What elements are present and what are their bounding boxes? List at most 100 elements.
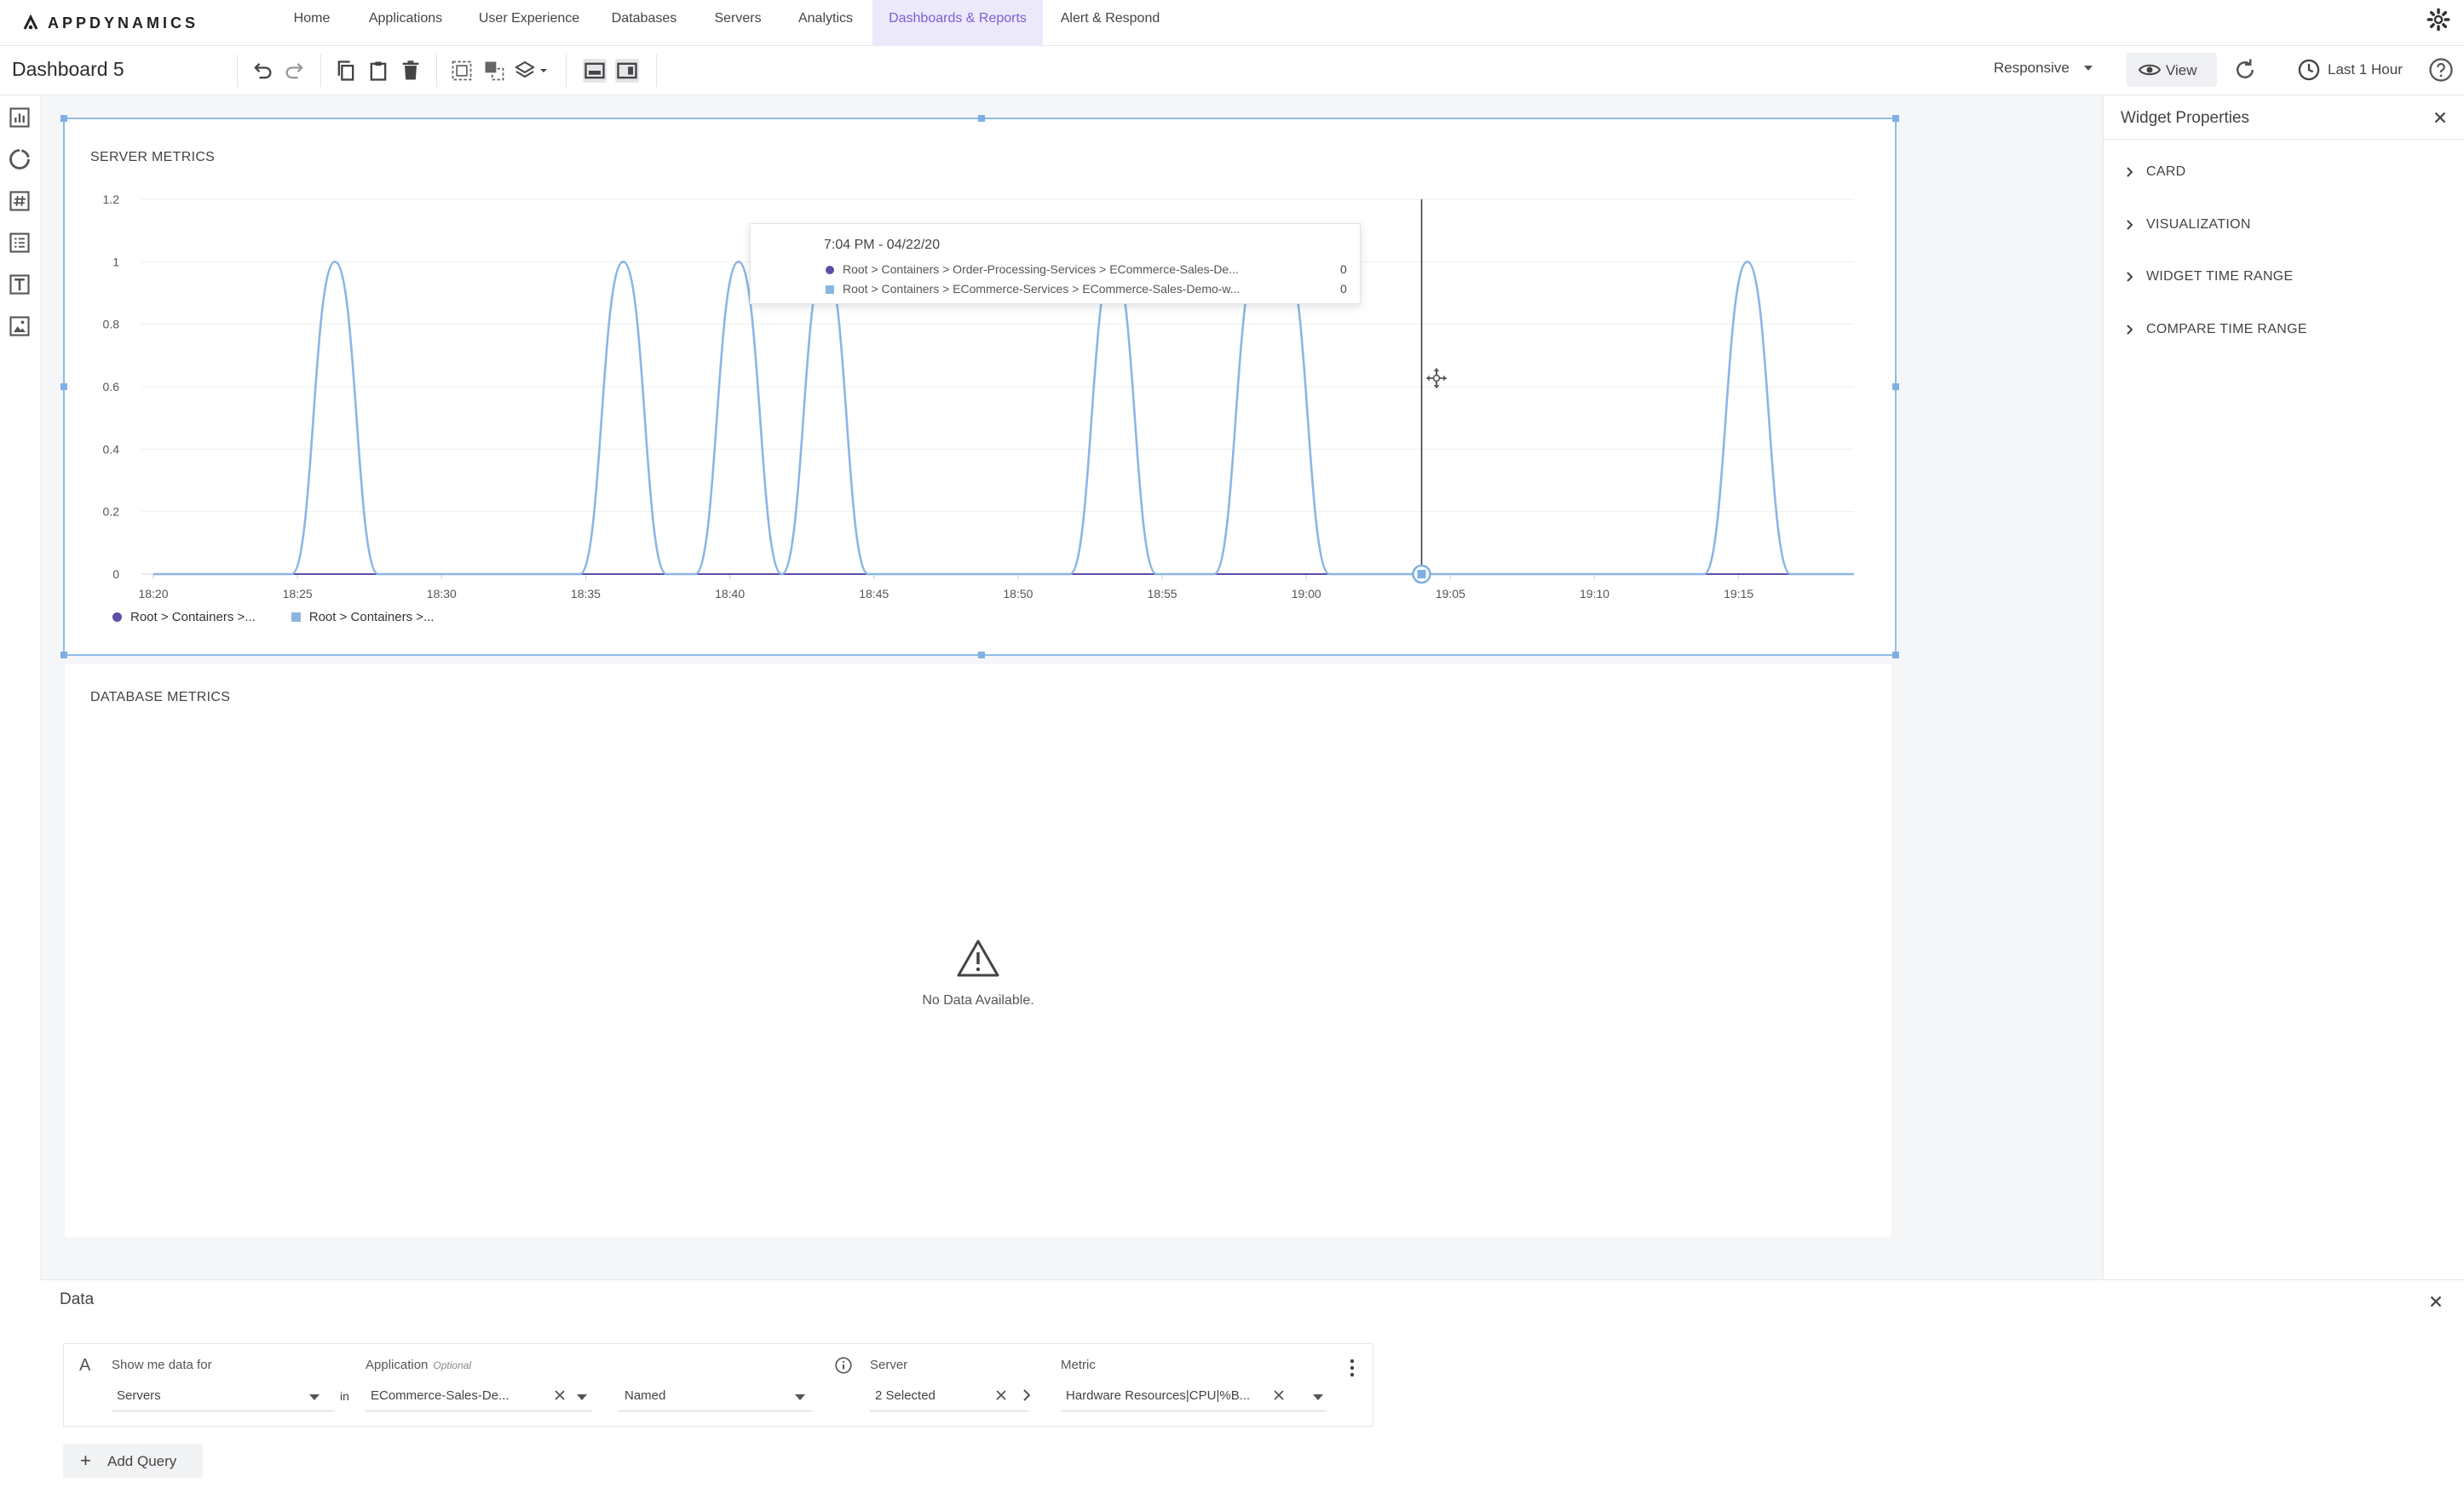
- legend-item[interactable]: Root > Containers >...: [291, 610, 435, 624]
- copy-icon[interactable]: [334, 59, 358, 83]
- redo-icon[interactable]: [283, 59, 307, 83]
- data-panel-title: Data: [60, 1290, 95, 1308]
- x-tick-label: 18:35: [571, 587, 601, 600]
- settings-gear-icon[interactable]: [2427, 8, 2450, 32]
- hover-point-marker: [1417, 570, 1426, 578]
- nav-databases[interactable]: Databases: [603, 0, 685, 46]
- x-tick-label: 19:05: [1436, 587, 1465, 600]
- metric-number-icon[interactable]: [8, 189, 32, 213]
- widget-palette: [0, 95, 41, 1279]
- chevron-down-icon: [795, 1394, 805, 1400]
- property-section-label: CARD: [2146, 164, 2186, 179]
- view-mode-button[interactable]: View: [2127, 53, 2217, 87]
- server-value: 2 Selected: [875, 1388, 936, 1403]
- legend-label: Root > Containers >...: [130, 610, 256, 624]
- dashboard-toolbar: Dashboard 5 Responsive View Last 1 Hour: [0, 46, 2464, 95]
- in-label: in: [340, 1389, 349, 1403]
- x-tick-label: 18:25: [283, 587, 313, 600]
- server-metrics-chart[interactable]: 0 0.2 0.4 0.6 0.8 1 1.2 18:20 18:25 18:30 18:35 18…: [65, 119, 1895, 654]
- eye-icon: [2139, 64, 2161, 76]
- chevron-right-icon[interactable]: [1022, 1388, 1032, 1402]
- view-label: View: [2166, 62, 2197, 78]
- top-navigation: APPDYNAMICS Home Applications User Exper…: [0, 0, 2464, 46]
- ungroup-icon[interactable]: [482, 59, 506, 83]
- chart-legend: Root > Containers >... Root > Containers…: [112, 610, 435, 624]
- text-widget-icon[interactable]: [8, 273, 32, 296]
- legend-marker: [291, 612, 301, 622]
- entity-type-select[interactable]: Servers: [117, 1382, 338, 1411]
- chevron-right-icon: [2127, 220, 2133, 230]
- x-tick-label: 18:45: [859, 587, 889, 600]
- name-match-value: Named: [625, 1388, 666, 1403]
- show-me-label: Show me data for: [112, 1358, 212, 1372]
- kebab-menu-icon[interactable]: [1349, 1358, 1356, 1378]
- name-match-select[interactable]: Named: [625, 1382, 812, 1411]
- legend-marker: [112, 612, 122, 622]
- toolbar-divider: [656, 55, 657, 87]
- data-panel: Data A Show me data for Servers in Appli…: [41, 1279, 2464, 1494]
- pie-widget-icon[interactable]: [8, 147, 32, 171]
- info-icon[interactable]: [834, 1356, 853, 1375]
- chevron-down-icon: [309, 1394, 320, 1400]
- layers-icon[interactable]: [515, 59, 552, 83]
- y-tick-label: 1.2: [103, 192, 120, 206]
- x-tick-label: 18:40: [715, 587, 745, 600]
- time-range-picker[interactable]: Last 1 Hour: [2297, 57, 2403, 83]
- tooltip-row-value: 0: [1340, 282, 1347, 296]
- application-label: Application Optional: [366, 1358, 471, 1372]
- nav-dashboards-reports[interactable]: Dashboards & Reports: [872, 0, 1043, 46]
- x-tick-label: 19:00: [1292, 587, 1321, 600]
- tooltip-time: 7:04 PM - 04/22/20: [824, 238, 941, 252]
- y-tick-label: 0.6: [103, 380, 120, 394]
- query-row: A Show me data for Servers in Applicatio…: [63, 1343, 1373, 1427]
- move-cursor-icon: [1426, 368, 1447, 388]
- property-section-compare-time-range[interactable]: COMPARE TIME RANGE: [2126, 319, 2307, 341]
- property-section-card[interactable]: CARD: [2126, 161, 2186, 183]
- x-tick-label: 19:15: [1724, 587, 1753, 600]
- y-tick-label: 0.8: [103, 318, 120, 331]
- time-range-label: Last 1 Hour: [2328, 61, 2403, 78]
- layout-mode-label: Responsive: [1994, 60, 2070, 76]
- dashboard-title[interactable]: Dashboard 5: [12, 58, 124, 81]
- metric-select[interactable]: Hardware Resources|CPU|%B...: [1066, 1382, 1262, 1411]
- property-section-label: VISUALIZATION: [2146, 217, 2251, 232]
- delete-icon[interactable]: [399, 59, 423, 83]
- property-section-widget-time-range[interactable]: WIDGET TIME RANGE: [2126, 266, 2294, 288]
- clear-server-icon[interactable]: [994, 1388, 1008, 1402]
- legend-item[interactable]: Root > Containers >...: [112, 610, 256, 624]
- side-panel-layout-icon[interactable]: [615, 59, 639, 83]
- clear-metric-icon[interactable]: [1272, 1388, 1286, 1402]
- image-widget-icon[interactable]: [8, 314, 32, 338]
- database-metrics-widget[interactable]: DATABASE METRICS No Data Available.: [65, 664, 1891, 1237]
- server-label: Server: [870, 1358, 908, 1372]
- add-query-button[interactable]: + Add Query: [63, 1444, 203, 1478]
- nav-applications[interactable]: Applications: [358, 0, 453, 46]
- list-widget-icon[interactable]: [8, 231, 32, 255]
- group-icon[interactable]: [450, 59, 474, 83]
- close-icon[interactable]: [2427, 1292, 2445, 1311]
- refresh-icon[interactable]: [2232, 57, 2258, 83]
- appdynamics-logo[interactable]: APPDYNAMICS: [22, 7, 199, 39]
- nav-analytics[interactable]: Analytics: [789, 0, 862, 46]
- nav-servers[interactable]: Servers: [704, 0, 772, 46]
- x-tick-label: 18:30: [427, 587, 457, 600]
- close-icon[interactable]: [2431, 108, 2450, 127]
- nav-alert-respond[interactable]: Alert & Respond: [1053, 0, 1167, 46]
- logo-text: APPDYNAMICS: [48, 14, 199, 32]
- application-select[interactable]: ECommerce-Sales-De...: [371, 1382, 550, 1411]
- help-icon[interactable]: [2428, 57, 2454, 83]
- server-metrics-widget[interactable]: SERVER METRICS 0 0.2 0.4 0.6 0.8 1 1.2 18:20 18…: [60, 115, 1899, 658]
- toolbar-divider: [320, 55, 321, 87]
- x-tick-label: 18:20: [138, 587, 168, 600]
- no-data-message: No Data Available.: [922, 993, 1034, 1008]
- paste-icon[interactable]: [366, 59, 390, 83]
- full-width-layout-icon[interactable]: [583, 59, 607, 83]
- clear-application-icon[interactable]: [553, 1388, 567, 1402]
- property-section-visualization[interactable]: VISUALIZATION: [2126, 214, 2251, 236]
- nav-user-experience[interactable]: User Experience: [470, 0, 588, 46]
- nav-home[interactable]: Home: [281, 0, 343, 46]
- chart-widget-icon[interactable]: [8, 106, 32, 129]
- undo-icon[interactable]: [250, 59, 274, 83]
- layout-mode-dropdown[interactable]: Responsive: [1994, 60, 2093, 77]
- x-tick-label: 19:10: [1580, 587, 1609, 600]
